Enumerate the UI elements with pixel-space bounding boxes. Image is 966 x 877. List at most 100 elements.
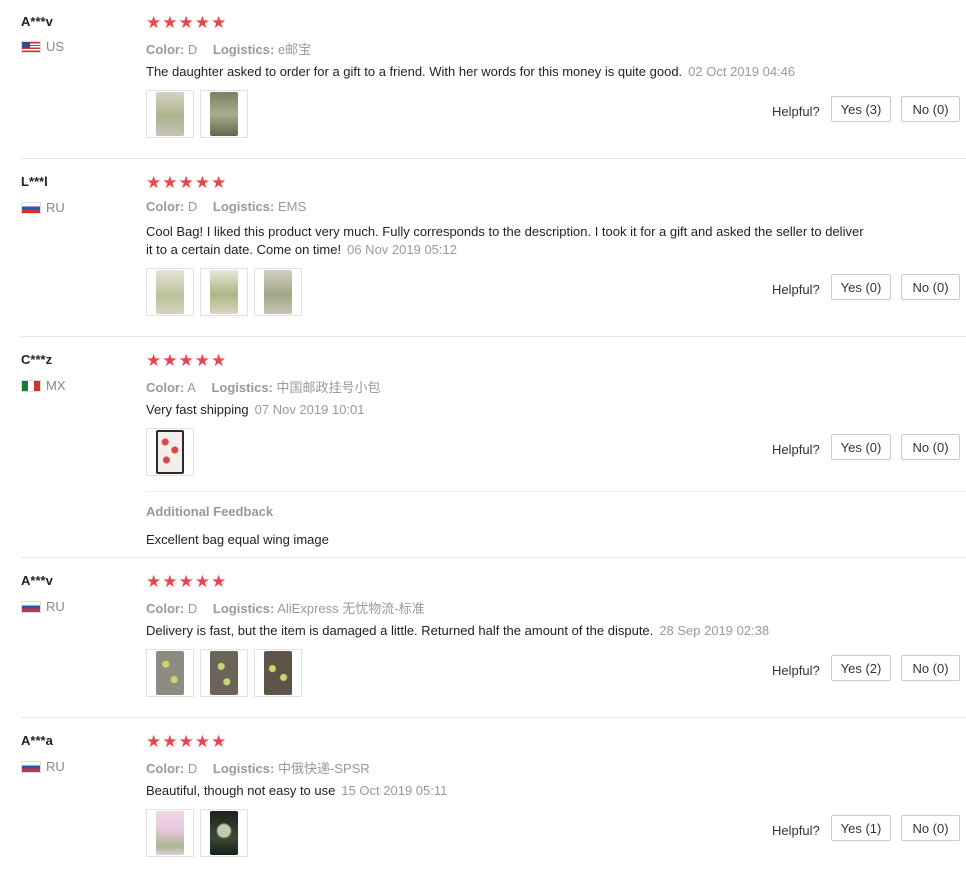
logistics-label: Logistics: [212, 761, 275, 776]
review-date: 15 Oct 2019 05:11 [341, 783, 448, 798]
additional-feedback-divider [146, 491, 966, 492]
reviewer-name: A***v [21, 573, 53, 588]
review-photo-thumb[interactable] [200, 90, 248, 138]
star-rating: ★★★★★ [146, 173, 228, 192]
review-meta: Color: D Logistics: 中俄快递-SPSR [146, 758, 370, 777]
logistics-value: EMS [277, 199, 307, 214]
helpful-label: Helpful? [772, 663, 820, 678]
helpful-label: Helpful? [772, 282, 820, 297]
helpful-label: Helpful? [772, 442, 820, 457]
color-label: Color: [146, 42, 185, 57]
review-text: Delivery is fast, but the item is damage… [146, 622, 866, 640]
review-photos [146, 649, 308, 697]
reviewer-name: A***a [21, 733, 53, 748]
review-meta: Color: D Logistics: EMS [146, 199, 306, 214]
color-label: Color: [146, 199, 185, 214]
review-photo-thumb[interactable] [146, 90, 194, 138]
review-body: Beautiful, though not easy to use [146, 783, 336, 798]
review-body: Cool Bag! I liked this product very much… [146, 224, 864, 257]
star-rating: ★★★★★ [146, 351, 228, 370]
review-divider [20, 557, 966, 558]
country-code: US [46, 39, 65, 54]
logistics-value: AliExpress 无忧物流-标准 [277, 601, 425, 616]
reviewer-country: RU [21, 200, 65, 215]
helpful-label: Helpful? [772, 823, 820, 838]
logistics-label: Logistics: [211, 380, 273, 395]
review-meta: Color: D Logistics: AliExpress 无忧物流-标准 [146, 598, 425, 617]
review-divider [20, 717, 966, 718]
logistics-value: 中俄快递-SPSR [277, 761, 370, 776]
helpful-yes-button[interactable]: Yes (0) [831, 434, 891, 460]
color-label: Color: [146, 761, 185, 776]
review-body: Very fast shipping [146, 402, 249, 417]
review-date: 07 Nov 2019 10:01 [254, 402, 365, 417]
color-value: D [187, 761, 198, 776]
additional-feedback-text: Excellent bag equal wing image [146, 532, 329, 547]
reviewer-country: MX [21, 378, 66, 393]
logistics-label: Logistics: [212, 601, 275, 616]
logistics-label: Logistics: [212, 199, 275, 214]
review-text: Cool Bag! I liked this product very much… [146, 223, 866, 259]
color-value: A [187, 380, 196, 395]
helpful-yes-button[interactable]: Yes (1) [831, 815, 891, 841]
helpful-no-button[interactable]: No (0) [901, 96, 960, 122]
ru-flag-icon [21, 201, 41, 214]
helpful-no-button[interactable]: No (0) [901, 655, 960, 681]
helpful-no-button[interactable]: No (0) [901, 815, 960, 841]
us-flag-icon [21, 40, 41, 53]
review-photo-thumb[interactable] [200, 268, 248, 316]
review-divider [20, 336, 966, 337]
helpful-yes-button[interactable]: Yes (3) [831, 96, 891, 122]
review-divider [20, 158, 966, 159]
helpful-label: Helpful? [772, 104, 820, 119]
star-rating: ★★★★★ [146, 732, 228, 751]
review-body: The daughter asked to order for a gift t… [146, 64, 683, 79]
country-code: MX [46, 378, 66, 393]
review-photos [146, 428, 200, 476]
ru-flag-icon [21, 760, 41, 773]
review-date: 28 Sep 2019 02:38 [659, 623, 770, 638]
review-photo-thumb[interactable] [146, 809, 194, 857]
review-date: 06 Nov 2019 05:12 [347, 242, 457, 257]
review-text: Very fast shipping 07 Nov 2019 10:01 [146, 401, 866, 419]
reviewer-name: A***v [21, 14, 53, 29]
color-label: Color: [146, 601, 185, 616]
helpful-no-button[interactable]: No (0) [901, 274, 960, 300]
review-photo-thumb[interactable] [254, 268, 302, 316]
reviewer-name: C***z [21, 352, 53, 367]
reviewer-country: RU [21, 599, 65, 614]
review-photo-thumb[interactable] [146, 428, 194, 476]
country-code: RU [46, 759, 65, 774]
star-rating: ★★★★★ [146, 13, 228, 32]
reviewer-name: L***l [21, 174, 48, 189]
color-label: Color: [146, 380, 185, 395]
helpful-no-button[interactable]: No (0) [901, 434, 960, 460]
review-photos [146, 268, 308, 316]
mx-flag-icon [21, 379, 41, 392]
reviewer-country: US [21, 39, 64, 54]
review-photo-thumb[interactable] [254, 649, 302, 697]
color-value: D [187, 601, 198, 616]
review-photos [146, 90, 254, 138]
review-meta: Color: D Logistics: e邮宝 [146, 39, 311, 58]
review-meta: Color: A Logistics: 中国邮政挂号小包 [146, 377, 381, 396]
review-date: 02 Oct 2019 04:46 [688, 64, 796, 79]
review-photo-thumb[interactable] [146, 649, 194, 697]
review-photos [146, 809, 254, 857]
additional-feedback-title: Additional Feedback [146, 504, 274, 519]
helpful-yes-button[interactable]: Yes (2) [831, 655, 891, 681]
country-code: RU [46, 200, 65, 215]
review-photo-thumb[interactable] [200, 809, 248, 857]
star-rating: ★★★★★ [146, 572, 228, 591]
color-value: D [187, 199, 198, 214]
review-text: The daughter asked to order for a gift t… [146, 63, 866, 81]
logistics-value: 中国邮政挂号小包 [276, 380, 381, 395]
logistics-label: Logistics: [212, 42, 275, 57]
review-body: Delivery is fast, but the item is damage… [146, 623, 654, 638]
ru-flag-icon [21, 600, 41, 613]
review-photo-thumb[interactable] [200, 649, 248, 697]
review-photo-thumb[interactable] [146, 268, 194, 316]
helpful-yes-button[interactable]: Yes (0) [831, 274, 891, 300]
reviewer-country: RU [21, 759, 65, 774]
country-code: RU [46, 599, 65, 614]
